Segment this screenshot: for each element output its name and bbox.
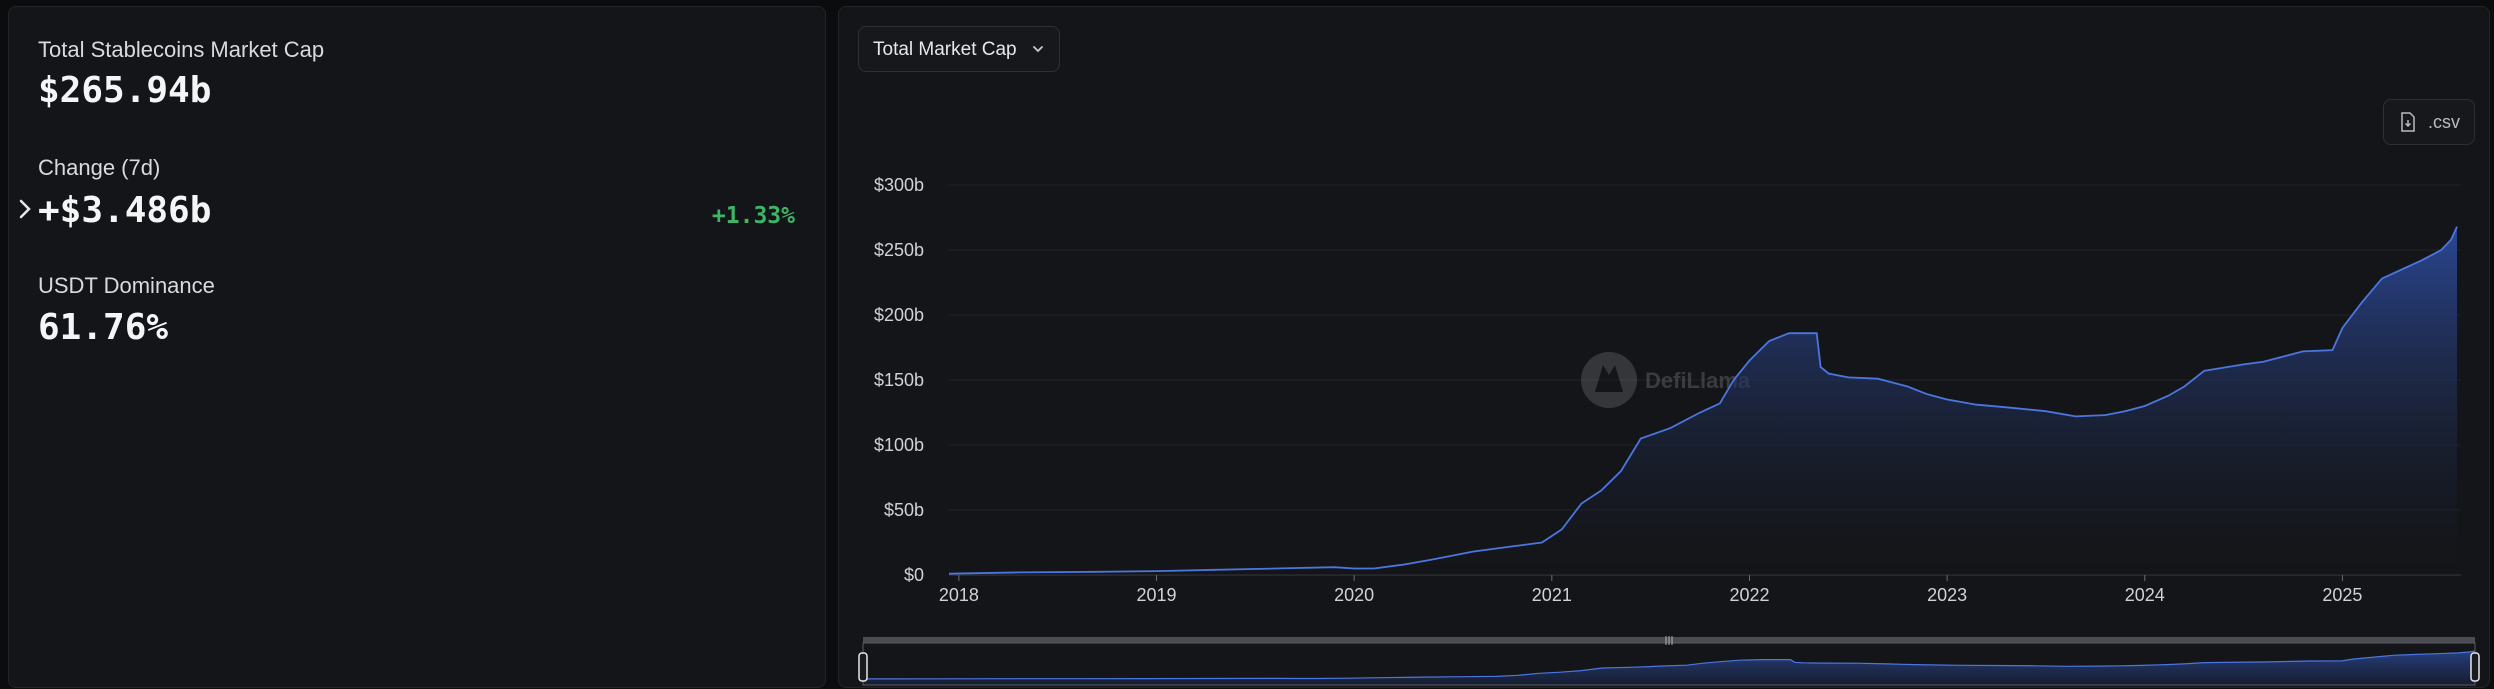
- metric-dropdown[interactable]: Total Market Cap: [858, 26, 1060, 72]
- chevron-down-icon: [1032, 46, 1043, 53]
- y-tick-label: $0: [904, 565, 924, 585]
- change-percent: +1.33%: [711, 203, 795, 229]
- market-cap-value: $265.94b: [38, 70, 212, 111]
- x-tick-label: 2019: [1137, 585, 1177, 605]
- dominance-value: 61.76%: [38, 307, 169, 348]
- x-tick-label: 2022: [1729, 585, 1769, 605]
- change-label: Change (7d): [38, 155, 161, 180]
- x-tick-label: 2018: [939, 585, 979, 605]
- brush-grip-icon: |||: [1664, 636, 1673, 646]
- x-tick-label: 2024: [2125, 585, 2165, 605]
- y-tick-label: $150b: [874, 370, 924, 390]
- brush-handle-left[interactable]: [858, 652, 868, 682]
- chart-panel: $0 $50b $100b $150b $200b $250b $300b 2018 2019 2…: [838, 6, 2490, 688]
- chevron-right-icon[interactable]: [16, 197, 34, 221]
- market-cap-area: [949, 226, 2458, 575]
- csv-button-label: .csv: [2427, 112, 2460, 132]
- x-tick-label: 2025: [2322, 585, 2362, 605]
- market-cap-label: Total Stablecoins Market Cap: [38, 37, 325, 62]
- stats-panel: Total Stablecoins Market Cap $265.94b Ch…: [8, 6, 826, 688]
- metric-dropdown-label: Total Market Cap: [873, 39, 1017, 60]
- market-cap-chart: $0 $50b $100b $150b $200b $250b $300b 2018 2019 2…: [858, 175, 2480, 686]
- change-value: +$3.486b: [38, 190, 212, 231]
- x-tick-label: 2020: [1334, 585, 1374, 605]
- y-tick-label: $200b: [874, 305, 924, 325]
- file-download-icon: [2401, 112, 2415, 132]
- brush-handle-right[interactable]: [2470, 652, 2480, 682]
- y-tick-label: $50b: [884, 500, 924, 520]
- x-tick-label: 2023: [1927, 585, 1967, 605]
- y-tick-label: $250b: [874, 240, 924, 260]
- dominance-label: USDT Dominance: [38, 273, 215, 298]
- x-tick-label: 2021: [1532, 585, 1572, 605]
- y-tick-label: $300b: [874, 175, 924, 195]
- csv-download-button[interactable]: .csv: [2382, 99, 2475, 145]
- y-tick-label: $100b: [874, 435, 924, 455]
- brush-preview-area: [863, 651, 2475, 685]
